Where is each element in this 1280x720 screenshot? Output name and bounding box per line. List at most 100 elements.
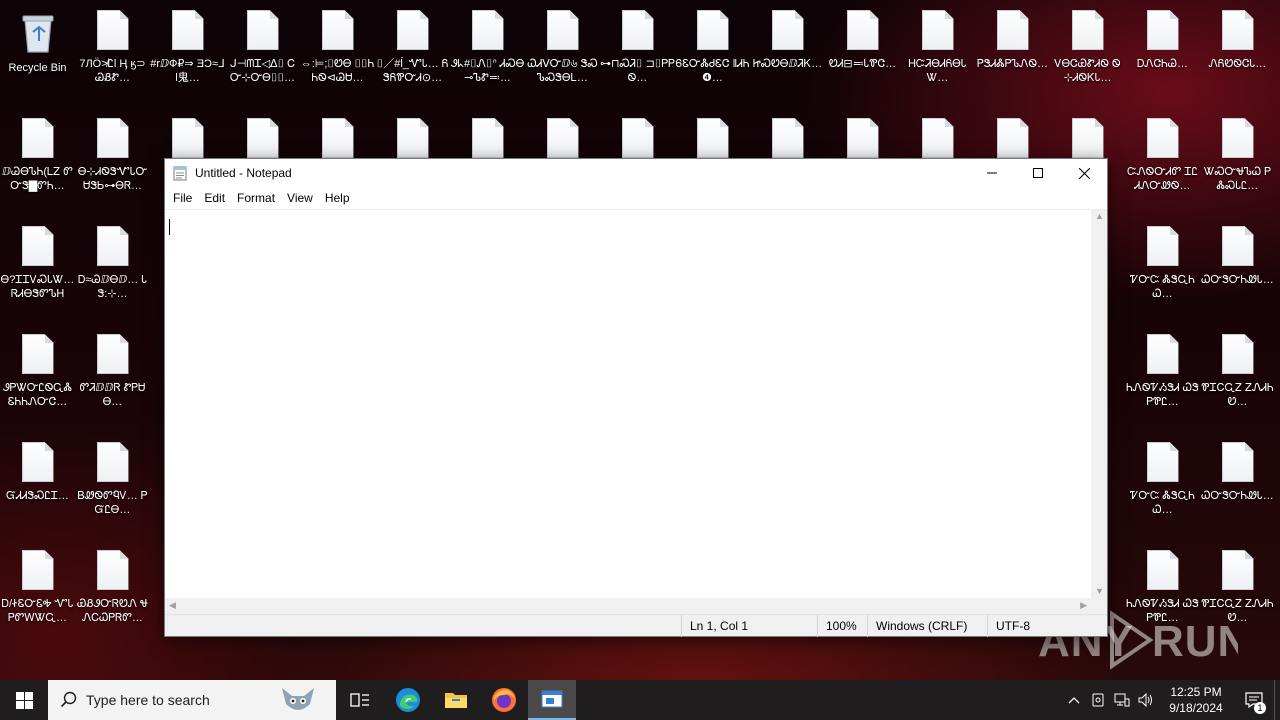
- scroll-left-icon[interactable]: ◀: [169, 600, 176, 611]
- menu-help[interactable]: Help: [319, 187, 356, 209]
- scroll-up-icon[interactable]: ▲: [1095, 211, 1104, 221]
- file-label: ᏢᏕᏗᏜᏢᏖᏁᏫ…: [976, 58, 1049, 70]
- clock-time: 12:25 PM: [1170, 685, 1222, 699]
- desktop-file[interactable]: ᏯᏰᏭᏅᏒᏬᏁ ᏠᏁᏟᏇᏢᏒᏛ…: [75, 540, 150, 640]
- scroll-down-icon[interactable]: ▼: [1095, 586, 1104, 596]
- action-center-button[interactable]: 1: [1234, 680, 1274, 720]
- desktop-file[interactable]: ᏤᏅᏨ ᏜᏕᏩᏂᏇ…: [1125, 432, 1200, 532]
- file-label: ᏭᏢᏔᏅᏝᏫᏩᏜ ᏋᏂᏂᏁᏅᏣ…: [2, 382, 73, 408]
- clock-button[interactable]: 12:25 PM 9/18/2024: [1158, 684, 1234, 716]
- horizontal-scrollbar[interactable]: ◀ ▶: [165, 598, 1091, 614]
- desktop-file[interactable]: ᏛᏘⅅⅅᏒ ᏑᏢᏌᎾ…: [75, 324, 150, 424]
- system-tray: 12:25 PM 9/18/2024 1: [1062, 680, 1280, 720]
- status-encoding: UTF-8: [987, 615, 1109, 637]
- recycle-bin-shortcut[interactable]: Recycle Bin: [0, 4, 75, 104]
- file-label: ⅅᏊᎾᏖᏂ(ᏞᏃ ᏛᏅᏕ▇ᏛᏂ…: [2, 166, 73, 192]
- recycle-bin-label: Recycle Bin: [8, 62, 67, 74]
- search-box[interactable]: Type here to search: [48, 680, 336, 720]
- close-icon: [1078, 167, 1090, 179]
- notepad-window[interactable]: Untitled - Notepad File Edit Format View…: [164, 158, 1108, 637]
- edge-button[interactable]: [384, 680, 432, 720]
- close-button[interactable]: [1061, 159, 1107, 187]
- file-label: ᏨᏁᏫᏅᏗᏛ ᏆᏝᏗᏁᏅᏪᏫ…: [1127, 166, 1198, 192]
- menu-file[interactable]: File: [167, 187, 198, 209]
- task-view-button[interactable]: [336, 680, 384, 720]
- desktop-file[interactable]: ᏢᏕᏗᏜᏢᏖᏁᏫ…: [975, 0, 1050, 100]
- desktop-file[interactable]: ᏤᏅᏨ ᏜᏕᏩᏂᏇ…: [1125, 216, 1200, 316]
- notepad-app-icon: [173, 166, 187, 181]
- file-icon: [396, 10, 429, 50]
- desktop-file[interactable]: ᏴᏪᏫᏛᏄᏙ… ᏢᏳᏝᎾ…: [75, 432, 150, 532]
- vertical-scrollbar[interactable]: ▲ ▼: [1091, 209, 1107, 598]
- title-bar[interactable]: Untitled - Notepad: [165, 159, 1107, 187]
- desktop-file[interactable]: ᏔᏍᏅᏠᏖᏇ ᏢᏜᏍᏓᏝ…: [1200, 108, 1275, 208]
- file-icon: [1146, 442, 1179, 482]
- desktop-file[interactable]: ⇔:⊨;⌷ᏬᎾ ⌷⌷ᏂᏂᏫ⊲ᏊᏌ…: [300, 0, 375, 100]
- search-placeholder: Type here to search: [86, 692, 210, 708]
- desktop-file[interactable]: ᏁᏲᏬᏫᏣᏓ…: [1200, 0, 1275, 100]
- desktop-file[interactable]: ᏇᏗᐻᏅⅅ৬ ᏕᏍᏖᏍᏕᎾᏞ…: [525, 0, 600, 100]
- file-icon: [921, 118, 954, 158]
- file-icon: [1146, 550, 1179, 590]
- desktop-file[interactable]: ⊶⊓ᏍᏘ⌷ ⊐⌷ᏢᏢᏫ…: [600, 0, 675, 100]
- desktop-file[interactable]: Ꮎ?ᏆᏆᏙᏍᏓᏔ… ᏒᏗᎾᏕᏛᏖᎻ: [0, 216, 75, 316]
- desktop-file[interactable]: ᏂᏁᏫᏤᏱᏕᏗ ᏇᏕᏢᏈᏝ…: [1125, 324, 1200, 424]
- desktop-file[interactable]: Ꭰ/ᏐᏋᏅᏋᎭ ᏉᏓᏢᏛᎳᏔᏩ…: [0, 540, 75, 640]
- desktop-file[interactable]: Ꮽᖾ#⌷Ꮑ⌷ᐢ ᏗᏍᎾ⊸ᏖᏑ≕…: [450, 0, 525, 100]
- tray-app-button[interactable]: [1086, 680, 1110, 720]
- file-icon: [96, 550, 129, 590]
- firefox-button[interactable]: [480, 680, 528, 720]
- menu-format[interactable]: Format: [231, 187, 281, 209]
- file-icon: [696, 118, 729, 158]
- minimize-button[interactable]: [969, 159, 1015, 187]
- desktop-file[interactable]: #rⅅФ₽⇒ ƎϽ≈ᒧl鬼…: [150, 0, 225, 100]
- file-label: ᏙᎾᏣᏯᏑᏗᏫ Ꮻ⊹ᏗᏫᏦᏓ…: [1054, 58, 1121, 84]
- desktop-file[interactable]: ᏬᏗ⊟≕ᏓᏈᏣ…: [825, 0, 900, 100]
- search-icon: [60, 691, 77, 708]
- windows-logo-icon: [15, 691, 33, 709]
- file-explorer-button[interactable]: [432, 680, 480, 720]
- file-label: Ꭰ≈ᏊⅅᎾⅅ… ᏓᏕ:⊹…: [77, 274, 148, 300]
- text-editor[interactable]: [165, 209, 1091, 598]
- show-hidden-icons-button[interactable]: [1062, 680, 1086, 720]
- chevron-up-icon: [1068, 697, 1080, 704]
- recycle-bin-icon: [19, 12, 57, 54]
- desktop-file[interactable]: ᒍ⊣ᗰᏆ◁ᐃ⌷ ᏟᏅ⊹ᏅᎾ⌷⌷…: [225, 0, 300, 100]
- volume-button[interactable]: [1134, 680, 1158, 720]
- speaker-icon: [1138, 693, 1152, 707]
- file-icon: [621, 10, 654, 50]
- desktop-file[interactable]: ᏳᏗᏗᏕᏍᏝᏆ…: [0, 432, 75, 532]
- desktop-file[interactable]: ᏇᏅᏕᏅᏂᏪᏓ…: [1200, 216, 1275, 316]
- desktop-file[interactable]: ⅅᏊᎾᏖᏂ(ᏞᏃ ᏛᏅᏕ▇ᏛᏂ…: [0, 108, 75, 208]
- file-icon: [96, 118, 129, 158]
- start-button[interactable]: [0, 680, 48, 720]
- desktop-file[interactable]: ᏥᏍᏬᎾⅅᏘᏦ…: [750, 0, 825, 100]
- show-desktop-button[interactable]: [1274, 680, 1280, 720]
- network-button[interactable]: [1110, 680, 1134, 720]
- desktop-file[interactable]: ᏭᏢᏔᏅᏝᏫᏩᏜ ᏋᏂᏂᏁᏅᏣ…: [0, 324, 75, 424]
- file-icon: [546, 118, 579, 158]
- desktop-file[interactable]: ᏇᏅᏕᏅᏂᏪᏓ…: [1200, 432, 1275, 532]
- desktop-file[interactable]: ᎻᏨᏘᎾᏗᏲᎾᏓᏔ…: [900, 0, 975, 100]
- menu-bar: File Edit Format View Help: [165, 187, 1107, 209]
- notepad-taskbar-button[interactable]: [528, 680, 576, 720]
- desktop-file[interactable]: 7ЛÖ≯Ꮭl Ӊ ӄ⊃ᏊᏰᏑ…: [75, 0, 150, 100]
- desktop-file[interactable]: ᏨᏁᏫᏅᏗᏛ ᏆᏝᏗᏁᏅᏪᏫ…: [1125, 108, 1200, 208]
- file-label: ᏯᏰᏭᏅᏒᏬᏁ ᏠᏁᏟᏇᏢᏒᏛ…: [77, 598, 148, 624]
- desktop-file[interactable]: ᏈᏆᏟᏩᏃ ᏃᏁᏗᏂᏬ…: [1200, 324, 1275, 424]
- maximize-button[interactable]: [1015, 159, 1061, 187]
- desktop-file[interactable]: Ꭰ≈ᏊⅅᎾⅅ… ᏓᏕ:⊹…: [75, 216, 150, 316]
- desktop-file[interactable]: ᎠᏁᏣᏂᏊ…: [1125, 0, 1200, 100]
- file-label: Ꭰ/ᏐᏋᏅᏋᎭ ᏉᏓᏢᏛᎳᏔᏩ…: [1, 598, 74, 624]
- desktop-file[interactable]: Ꮎ⊹ᏗᏫᏕᏉᏓᏅ ᏌᏕᏏ⊶ᎾᏒ…: [75, 108, 150, 208]
- scroll-right-icon[interactable]: ▶: [1080, 600, 1087, 611]
- file-label: ᏁᏲᏬᏫᏣᏓ…: [1208, 58, 1267, 70]
- desktop-file[interactable]: ⌷／#ĺ_ᏉᏓ… ᏲᏕᏲᏈᏅᏗ⊙…: [375, 0, 450, 100]
- network-icon: [1114, 693, 1130, 707]
- desktop-file[interactable]: ᏮᏋᏅᏜᏧᏋᏣ ǁᏗᏂ❹…: [675, 0, 750, 100]
- menu-view[interactable]: View: [281, 187, 319, 209]
- menu-edit[interactable]: Edit: [198, 187, 231, 209]
- file-icon: [996, 118, 1029, 158]
- desktop-file[interactable]: ᏙᎾᏣᏯᏑᏗᏫ Ꮻ⊹ᏗᏫᏦᏓ…: [1050, 0, 1125, 100]
- file-label: ᒍ⊣ᗰᏆ◁ᐃ⌷ ᏟᏅ⊹ᏅᎾ⌷⌷…: [229, 58, 296, 84]
